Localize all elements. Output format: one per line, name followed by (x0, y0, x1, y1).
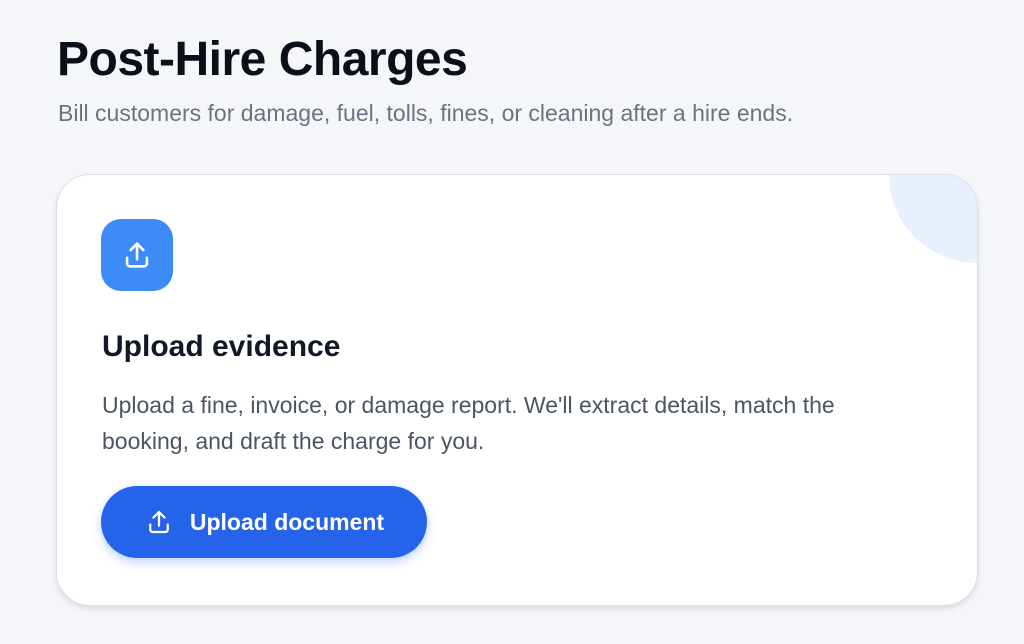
upload-document-button-label: Upload document (189, 508, 385, 535)
card-title: Upload evidence (102, 330, 341, 363)
upload-icon (125, 242, 149, 268)
upload-icon-tile (101, 219, 173, 291)
page-subtitle: Bill customers for damage, fuel, tolls, … (58, 100, 794, 126)
corner-decoration (889, 175, 977, 263)
upload-evidence-card: Upload evidence Upload a fine, invoice, … (56, 174, 978, 606)
page-header: Post-Hire Charges Bill customers for dam… (57, 30, 793, 128)
upload-icon (149, 510, 169, 534)
page-title: Post-Hire Charges (57, 33, 468, 86)
upload-document-button[interactable]: Upload document (101, 486, 427, 558)
card-description: Upload a fine, invoice, or damage report… (102, 392, 835, 454)
